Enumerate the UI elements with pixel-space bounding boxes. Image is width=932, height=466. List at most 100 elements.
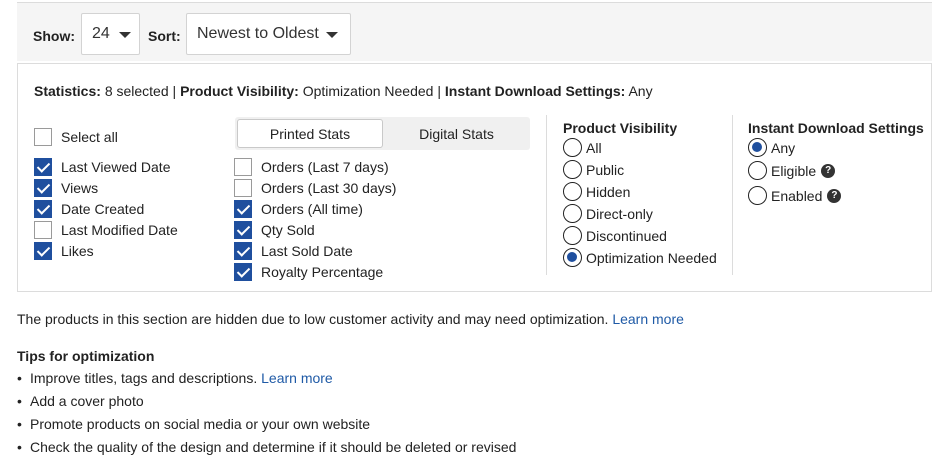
stat-label: Royalty Percentage (261, 264, 384, 280)
stat-label: Qty Sold (261, 222, 315, 238)
stat-label: Likes (61, 243, 94, 259)
separator: | (172, 83, 177, 99)
learn-more-link[interactable]: Learn more (612, 311, 684, 327)
show-dropdown[interactable]: 24 (81, 13, 140, 55)
stat-checkbox-last-modified-date[interactable]: Last Modified Date (34, 221, 178, 239)
checkbox-box (234, 242, 252, 260)
visibility-value: Optimization Needed (302, 83, 434, 99)
radio-circle (563, 160, 582, 179)
stat-label: Views (61, 180, 99, 196)
sort-label: Sort: (148, 28, 181, 44)
filter-summary: Statistics: 8 selected | Product Visibil… (34, 83, 653, 99)
info-text: The products in this section are hidden … (17, 311, 609, 327)
download-radio-any[interactable]: Any (748, 138, 795, 157)
radio-circle (748, 138, 767, 157)
tip-text: Improve titles, tags and descriptions. (30, 370, 258, 386)
help-icon[interactable]: ? (827, 188, 842, 203)
visibility-radio-all[interactable]: All (563, 138, 602, 157)
stat-checkbox-date-created[interactable]: Date Created (34, 200, 144, 218)
column-divider (546, 115, 547, 275)
tip-item: • Check the quality of the design and det… (17, 439, 516, 455)
stat-label: Orders (All time) (261, 201, 363, 217)
radio-label: Eligible (771, 162, 817, 179)
statistics-value: 8 selected (104, 83, 169, 99)
stat-checkbox-orders-all-time[interactable]: Orders (All time) (234, 200, 363, 218)
stat-checkbox-last-viewed-date[interactable]: Last Viewed Date (34, 158, 170, 176)
tip-item: • Promote products on social media or you… (17, 416, 370, 432)
stat-checkbox-qty-sold[interactable]: Qty Sold (234, 221, 315, 239)
checkbox-box (34, 158, 52, 176)
statistics-label: Statistics: (34, 83, 101, 99)
bullet: • (17, 393, 22, 409)
chevron-down-icon (326, 32, 338, 38)
radio-circle (748, 186, 767, 205)
select-all-label: Select all (61, 129, 118, 145)
radio-circle (563, 138, 582, 157)
radio-circle (748, 161, 767, 180)
chevron-down-icon (119, 32, 131, 38)
download-value: Any (628, 83, 653, 99)
stat-checkbox-orders-last-7-days[interactable]: Orders (Last 7 days) (234, 158, 389, 176)
radio-label: Optimization Needed (586, 249, 717, 266)
tip-text: Check the quality of the design and dete… (30, 439, 517, 455)
visibility-radio-discontinued[interactable]: Discontinued (563, 226, 667, 245)
radio-circle (563, 182, 582, 201)
visibility-title: Product Visibility (563, 120, 678, 136)
checkbox-box (234, 221, 252, 239)
stat-checkbox-royalty-percentage[interactable]: Royalty Percentage (234, 263, 383, 281)
stat-label: Date Created (61, 201, 145, 217)
radio-circle (563, 204, 582, 223)
visibility-radio-direct-only[interactable]: Direct-only (563, 204, 653, 223)
stat-label: Last Modified Date (61, 222, 178, 238)
download-label: Instant Download Settings: (444, 83, 626, 99)
download-radio-enabled[interactable]: Enabled ? (748, 186, 842, 205)
radio-label: All (586, 139, 602, 156)
checkbox-box (34, 221, 52, 239)
radio-label: Public (586, 161, 625, 178)
checkbox-box (34, 179, 52, 197)
radio-label: Hidden (586, 183, 631, 200)
stats-tabs: Printed Stats Digital Stats (235, 117, 530, 150)
download-radio-eligible[interactable]: Eligible ? (748, 161, 836, 180)
download-title: Instant Download Settings (748, 120, 924, 136)
tip-text: Add a cover photo (30, 393, 144, 409)
visibility-radio-public[interactable]: Public (563, 160, 624, 179)
bullet: • (17, 416, 22, 432)
stat-label: Last Sold Date (261, 243, 353, 259)
learn-more-link[interactable]: Learn more (261, 370, 333, 386)
checkbox-box (234, 263, 252, 281)
show-label: Show: (33, 28, 75, 44)
sort-value: Newest to Oldest (197, 25, 319, 42)
tab-digital-stats[interactable]: Digital Stats (385, 119, 528, 148)
tips-title: Tips for optimization (17, 348, 155, 364)
radio-label: Discontinued (586, 227, 667, 244)
checkbox-box (34, 242, 52, 260)
radio-circle (563, 226, 582, 245)
checkbox-box (34, 200, 52, 218)
visibility-radio-optimization-needed[interactable]: Optimization Needed (563, 248, 717, 267)
checkbox-box (234, 158, 252, 176)
checkbox-box (234, 200, 252, 218)
stat-label: Orders (Last 30 days) (261, 180, 397, 196)
tab-printed-stats[interactable]: Printed Stats (237, 119, 383, 148)
sort-dropdown[interactable]: Newest to Oldest (186, 13, 351, 55)
stat-checkbox-views[interactable]: Views (34, 179, 98, 197)
checkbox-box (34, 128, 52, 146)
select-all-checkbox[interactable]: Select all (34, 128, 118, 146)
stat-label: Last Viewed Date (61, 159, 171, 175)
radio-label: Enabled (771, 187, 823, 204)
visibility-label: Product Visibility: (180, 83, 299, 99)
tip-text: Promote products on social media or your… (30, 416, 371, 432)
visibility-radio-hidden[interactable]: Hidden (563, 182, 630, 201)
bullet: • (17, 370, 22, 386)
stat-checkbox-last-sold-date[interactable]: Last Sold Date (234, 242, 353, 260)
stat-checkbox-likes[interactable]: Likes (34, 242, 94, 260)
column-divider (732, 115, 733, 275)
radio-label: Direct-only (586, 205, 653, 222)
radio-circle (563, 248, 582, 267)
bullet: • (17, 439, 22, 455)
stat-checkbox-orders-last-30-days[interactable]: Orders (Last 30 days) (234, 179, 396, 197)
help-icon[interactable]: ? (821, 163, 836, 178)
toolbar: Show: 24 Sort: Newest to Oldest (17, 3, 932, 61)
stat-label: Orders (Last 7 days) (261, 159, 389, 175)
